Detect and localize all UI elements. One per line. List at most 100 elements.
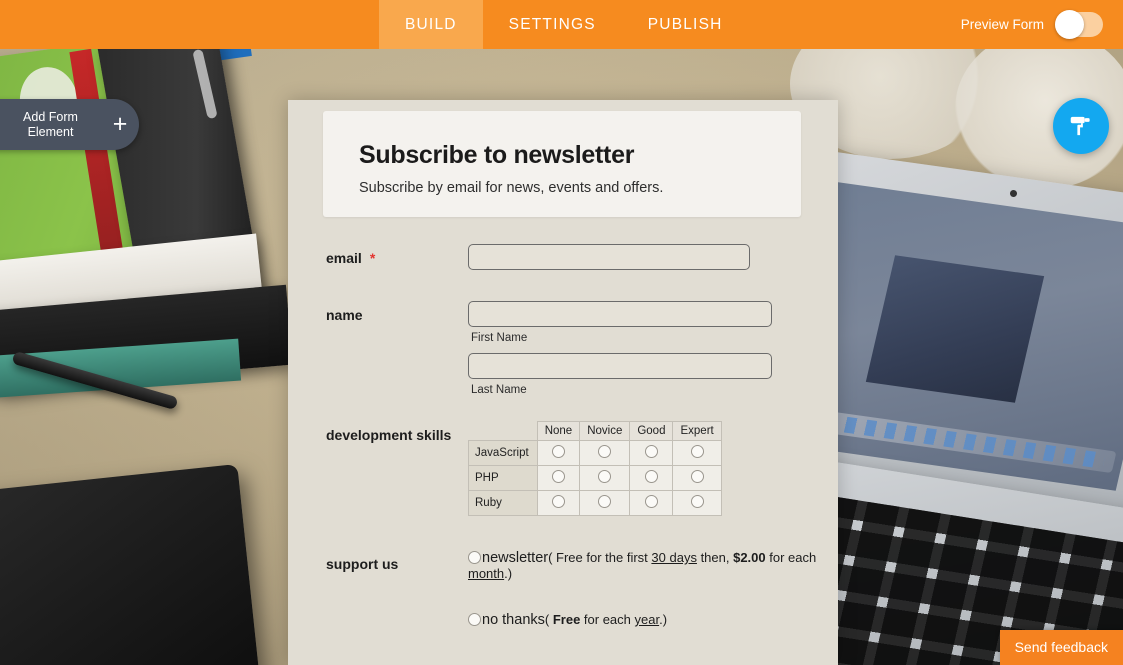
photo-tablet [0, 463, 262, 665]
email-input[interactable] [468, 244, 750, 270]
matrix-cell-php-good[interactable] [629, 465, 674, 491]
form-canvas: Subscribe to newsletter Subscribe by ema… [288, 100, 838, 665]
radio-icon[interactable] [468, 613, 481, 626]
preview-form-label: Preview Form [960, 17, 1044, 32]
required-asterisk: * [369, 250, 376, 266]
radio-icon[interactable] [598, 470, 612, 483]
field-support: support us newsletter( Free for the firs… [288, 550, 838, 632]
preview-form-toggle[interactable] [1055, 10, 1103, 39]
matrix-cell-php-novice[interactable] [579, 465, 631, 491]
radio-icon[interactable] [551, 445, 565, 458]
field-skills-control: None Novice Good Expert JavaScript PHP R… [468, 421, 838, 516]
support-nothanks-each: for each [580, 612, 635, 627]
field-support-label: support us [326, 556, 399, 572]
support-option-no-thanks[interactable]: no thanks( Free for each year.) [468, 612, 838, 628]
tab-settings-label: SETTINGS [508, 15, 596, 33]
radio-icon[interactable] [644, 445, 658, 458]
tab-build[interactable]: BUILD [379, 0, 483, 49]
tab-settings[interactable]: SETTINGS [483, 0, 622, 49]
table-row: Ruby [468, 490, 722, 516]
first-name-input[interactable] [468, 301, 772, 327]
matrix-cell-javascript-none[interactable] [536, 440, 581, 466]
preview-form-control: Preview Form [961, 0, 1123, 49]
table-row: PHP [468, 465, 722, 491]
radio-icon[interactable] [690, 470, 704, 483]
radio-icon[interactable] [551, 495, 565, 508]
radio-icon[interactable] [598, 495, 612, 508]
field-skills: development skills None Novice Good Expe… [288, 421, 838, 516]
support-option-no-thanks-name: no thanks [482, 612, 545, 628]
radio-icon[interactable] [598, 445, 612, 458]
support-newsletter-period: 30 days [651, 550, 697, 565]
support-nothanks-price: Free [552, 612, 581, 627]
matrix-row-ruby: Ruby [468, 490, 538, 516]
matrix-cell-javascript-expert[interactable] [672, 440, 722, 466]
support-newsletter-close: .) [504, 566, 513, 581]
field-email-label-text: email [326, 250, 362, 266]
form-subtitle: Subscribe by email for news, events and … [359, 180, 664, 196]
tab-publish[interactable]: PUBLISH [622, 0, 749, 49]
field-skills-label: development skills [326, 427, 452, 443]
support-option-newsletter[interactable]: newsletter( Free for the first 30 days t… [468, 550, 838, 582]
support-newsletter-each: for each [765, 550, 817, 565]
matrix-cell-javascript-good[interactable] [629, 440, 674, 466]
form-header-card[interactable]: Subscribe to newsletter Subscribe by ema… [323, 111, 801, 217]
last-name-sublabel: Last Name [471, 384, 527, 396]
matrix-row-php: PHP [468, 465, 538, 491]
paint-roller-icon [1070, 116, 1090, 136]
top-navigation-bar: BUILD SETTINGS PUBLISH Preview Form [0, 0, 1123, 49]
add-form-element-button[interactable]: Add Form Element + [0, 99, 139, 150]
matrix-col-expert: Expert [672, 421, 722, 441]
radio-icon[interactable] [468, 551, 481, 564]
tab-build-label: BUILD [405, 15, 457, 33]
send-feedback-button[interactable]: Send feedback [999, 630, 1123, 665]
radio-icon[interactable] [644, 495, 658, 508]
matrix-row-javascript: JavaScript [468, 440, 538, 466]
support-newsletter-unit: month [468, 566, 505, 581]
field-support-control: newsletter( Free for the first 30 days t… [468, 550, 838, 632]
matrix-cell-ruby-novice[interactable] [579, 490, 631, 516]
matrix-cell-ruby-good[interactable] [629, 490, 674, 516]
matrix-col-none: None [536, 421, 581, 441]
support-option-newsletter-name: newsletter [482, 550, 549, 566]
support-newsletter-detail-open: ( Free for the first [548, 550, 652, 565]
radio-icon[interactable] [551, 470, 565, 483]
toggle-knob [1055, 10, 1084, 39]
last-name-input[interactable] [468, 353, 772, 379]
matrix-header-row: None Novice Good Expert [469, 421, 722, 441]
photo-laptop-wallpaper [865, 255, 1045, 403]
tab-publish-label: PUBLISH [647, 15, 723, 33]
table-row: JavaScript [468, 440, 722, 466]
support-newsletter-price: $2.00 [733, 550, 766, 565]
radio-icon[interactable] [690, 495, 704, 508]
add-form-element-line2: Element [27, 124, 74, 139]
support-nothanks-unit: year [634, 612, 660, 627]
first-name-sublabel: First Name [471, 332, 528, 344]
field-email-label: email * [326, 244, 468, 270]
matrix-cell-javascript-novice[interactable] [579, 440, 631, 466]
matrix-cell-php-none[interactable] [536, 465, 581, 491]
matrix-cell-ruby-expert[interactable] [672, 490, 722, 516]
plus-icon: + [112, 110, 128, 138]
field-name: name First Name Last Name [288, 301, 838, 405]
field-email: email * [288, 244, 838, 270]
support-newsletter-mid: then, [696, 550, 734, 565]
skills-matrix-table: None Novice Good Expert JavaScript PHP R… [468, 421, 722, 516]
support-nothanks-detail-open: ( [544, 612, 553, 627]
radio-icon[interactable] [690, 445, 704, 458]
add-form-element-label: Add Form Element [0, 110, 101, 140]
field-name-label: name [326, 307, 363, 323]
support-nothanks-close: .) [659, 612, 668, 627]
matrix-cell-php-expert[interactable] [672, 465, 722, 491]
matrix-col-novice: Novice [579, 421, 631, 441]
form-title: Subscribe to newsletter [359, 141, 635, 169]
matrix-corner-cell [469, 422, 538, 441]
field-name-control: First Name Last Name [468, 301, 838, 405]
add-form-element-line1: Add Form [23, 109, 78, 124]
matrix-col-good: Good [629, 421, 674, 441]
radio-icon[interactable] [644, 470, 658, 483]
theme-paint-roller-button[interactable] [1053, 98, 1109, 154]
field-email-control [468, 244, 838, 270]
matrix-cell-ruby-none[interactable] [536, 490, 581, 516]
